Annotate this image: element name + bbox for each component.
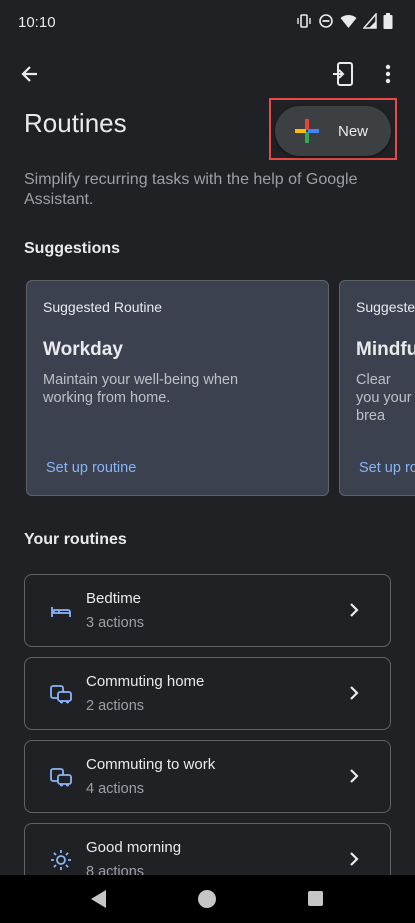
chevron-right-icon	[350, 852, 359, 866]
wifi-icon	[340, 13, 357, 29]
commute-icon	[50, 768, 72, 787]
routine-row-commuting-home[interactable]: Commuting home 2 actions	[24, 657, 391, 730]
chevron-right-icon	[350, 769, 359, 783]
new-routine-button[interactable]: New	[275, 106, 391, 156]
routine-row-commuting-to-work[interactable]: Commuting to work 4 actions	[24, 740, 391, 813]
page-title: Routines	[24, 108, 127, 138]
status-icons	[296, 13, 393, 29]
status-time: 10:10	[18, 14, 56, 31]
page-subtitle: Simplify recurring tasks with the help o…	[24, 171, 358, 208]
suggestion-card-mindful[interactable]: Suggeste Mindful Clear you your brea Set…	[339, 280, 415, 496]
phone-link-icon[interactable]	[327, 58, 359, 90]
google-plus-icon	[295, 119, 319, 143]
sun-icon	[51, 850, 71, 870]
card-eyebrow: Suggeste	[356, 299, 415, 315]
suggestion-card-workday[interactable]: Suggested Routine Workday Maintain your …	[26, 280, 329, 496]
dnd-icon	[318, 13, 334, 29]
nav-back-icon[interactable]	[88, 888, 108, 910]
routine-name: Commuting home	[86, 673, 205, 690]
commute-icon	[50, 685, 72, 704]
battery-icon	[383, 13, 393, 29]
nav-recents-icon[interactable]	[308, 891, 323, 906]
card-title: Mindful	[356, 339, 415, 360]
card-eyebrow: Suggested Routine	[43, 299, 163, 315]
back-arrow-icon[interactable]	[14, 58, 46, 90]
suggestions-heading: Suggestions	[24, 240, 121, 257]
status-bar: 10:10	[0, 0, 415, 44]
chevron-right-icon	[350, 686, 359, 700]
routine-row-bedtime[interactable]: Bedtime 3 actions	[24, 574, 391, 647]
top-app-bar	[0, 50, 415, 98]
system-nav-bar	[0, 875, 415, 923]
set-up-routine-link[interactable]: Set up ro	[359, 460, 415, 476]
card-title: Workday	[43, 339, 123, 360]
card-description: Maintain your well-being when working fr…	[43, 372, 239, 406]
card-description: Clear you your brea	[356, 372, 412, 424]
routine-name: Good morning	[86, 839, 182, 856]
new-button-label: New	[338, 122, 369, 140]
signal-icon	[363, 13, 377, 29]
routine-action-count: 3 actions	[86, 615, 145, 631]
nav-home-icon[interactable]	[198, 890, 216, 908]
chevron-right-icon	[350, 603, 359, 617]
more-vert-icon[interactable]	[372, 58, 404, 90]
routine-name: Commuting to work	[86, 756, 216, 773]
vibrate-icon	[296, 13, 312, 29]
bed-icon	[51, 607, 71, 617]
routine-name: Bedtime	[86, 590, 142, 607]
routine-action-count: 2 actions	[86, 698, 145, 714]
your-routines-heading: Your routines	[24, 531, 127, 548]
routine-action-count: 4 actions	[86, 781, 145, 797]
set-up-routine-link[interactable]: Set up routine	[46, 460, 136, 476]
